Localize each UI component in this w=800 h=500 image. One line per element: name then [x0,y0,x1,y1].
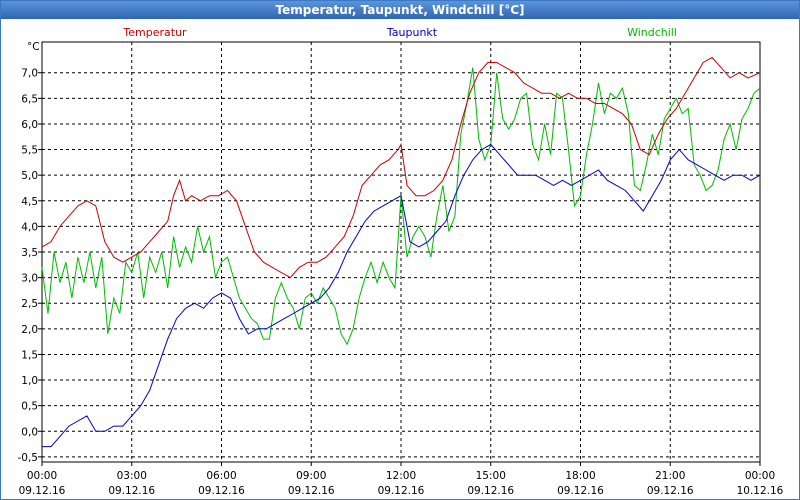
x-tick-time-label: 09:00 [296,470,326,482]
x-tick-date-label: 10.12.16 [737,485,784,497]
y-tick-label: 4,0 [21,221,38,233]
legend-item-taupunkt: Taupunkt [386,26,438,39]
x-tick-time-label: 00:00 [27,470,57,482]
x-tick-time-label: 15:00 [476,470,506,482]
y-tick-label: 2,5 [21,298,38,310]
x-tick-date-label: 09.12.16 [108,485,155,497]
y-tick-label: -0,5 [18,452,39,464]
x-tick-time-label: 12:00 [386,470,416,482]
x-tick-date-label: 09.12.16 [647,485,694,497]
grid [42,42,760,462]
y-tick-label: 5,5 [21,145,38,157]
x-tick-time-label: 03:00 [117,470,147,482]
y-tick-label: 0,5 [21,401,38,413]
line-chart: -0,5 0,0 0,5 1,0 1,5 2,0 2,5 3,0 3,5 4,0 4,5 5,0 5,5… [18,26,784,497]
y-tick-label: 5,0 [21,170,38,182]
y-tick-label: 1,5 [21,349,38,361]
legend-item-windchill: Windchill [627,26,677,39]
legend-item-temperatur: Temperatur [122,26,187,39]
y-tick-label: 3,5 [21,247,38,259]
x-tick-date-label: 09.12.16 [19,485,66,497]
y-tick-label: 2,0 [21,324,38,336]
x-tick-date-label: 09.12.16 [467,485,514,497]
x-axis: 00:00 09.12.16 03:00 09.12.16 06:00 09.12.16 0… [19,462,784,497]
x-tick-time-label: 21:00 [655,470,685,482]
y-tick-label: 4,5 [21,196,38,208]
y-axis-unit-label: °C [27,41,40,53]
x-tick-date-label: 09.12.16 [198,485,245,497]
x-tick-time-label: 06:00 [206,470,236,482]
y-tick-label: 7,0 [21,68,38,80]
x-tick-time-label: 18:00 [565,470,595,482]
y-tick-label: 6,5 [21,93,38,105]
y-tick-label: 3,0 [21,273,38,285]
y-tick-label: 6,0 [21,119,38,131]
y-tick-label: 0,0 [21,426,38,438]
y-tick-label: 1,0 [21,375,38,387]
x-tick-date-label: 09.12.16 [378,485,425,497]
x-tick-date-label: 09.12.16 [288,485,335,497]
x-tick-time-label: 00:00 [745,470,775,482]
x-tick-date-label: 09.12.16 [557,485,604,497]
legend: Temperatur Taupunkt Windchill [122,26,677,39]
y-axis: -0,5 0,0 0,5 1,0 1,5 2,0 2,5 3,0 3,5 4,0 4,5 5,0 5,5… [18,68,42,464]
